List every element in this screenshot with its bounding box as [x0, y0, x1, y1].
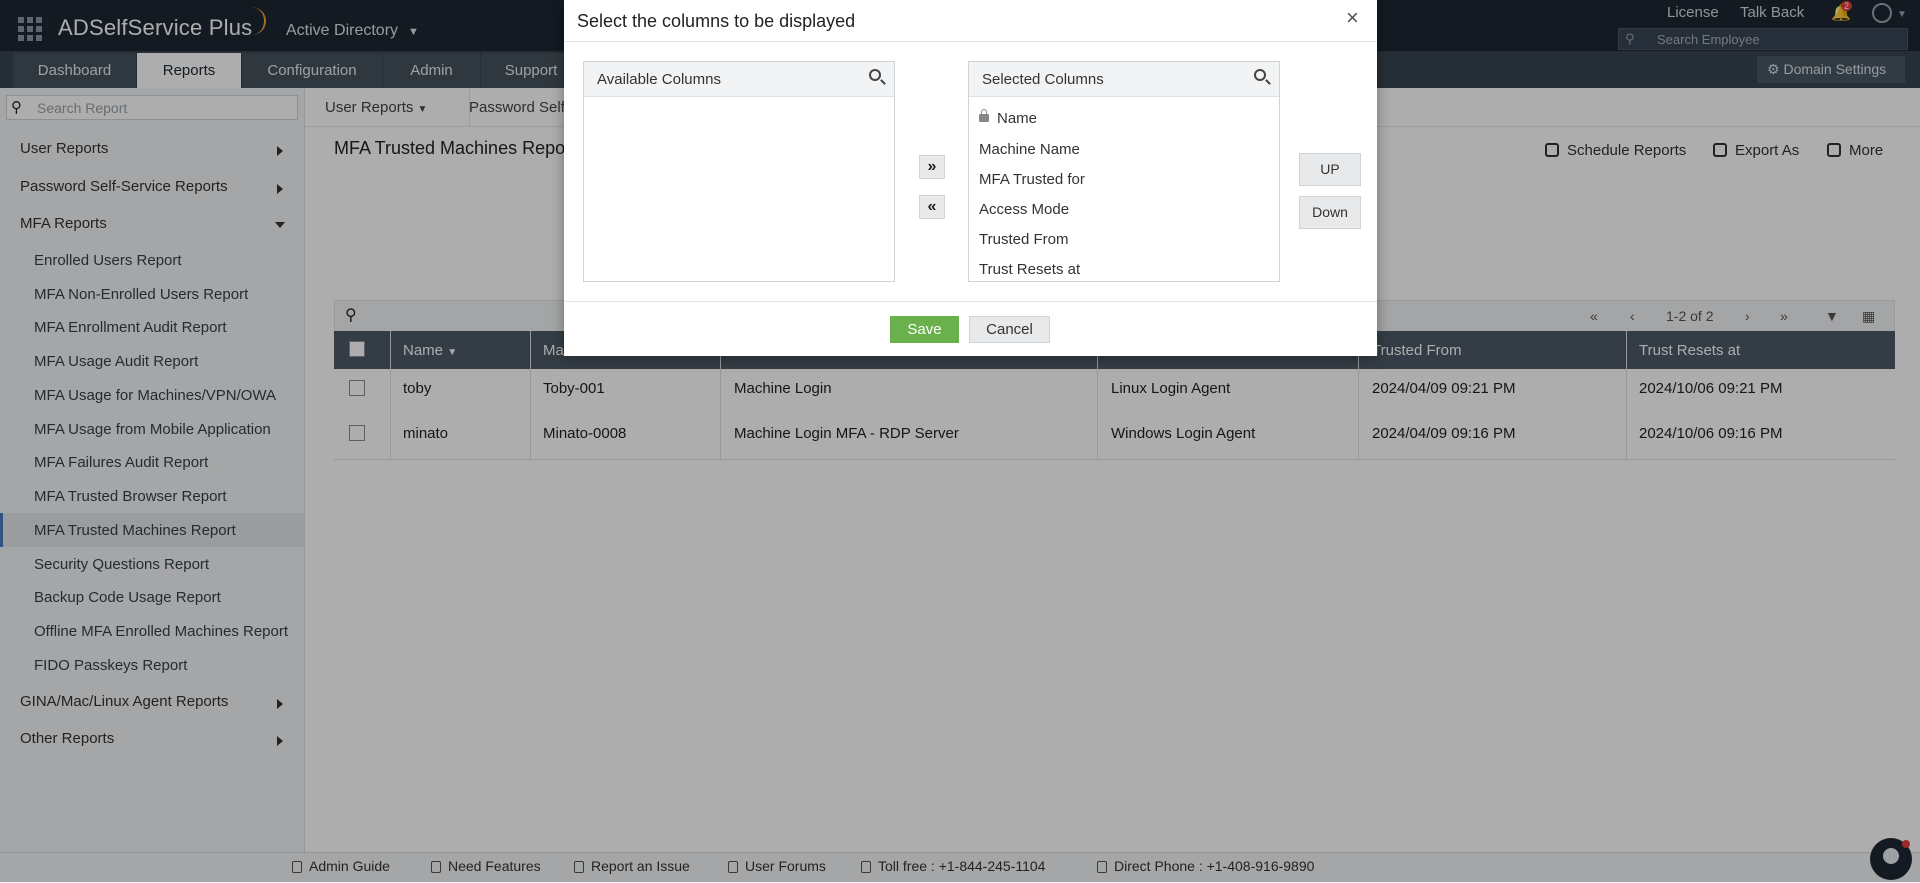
dialog-divider: [564, 41, 1377, 42]
selected-columns-title: Selected Columns: [982, 71, 1104, 88]
available-columns-title: Available Columns: [597, 71, 721, 88]
column-chooser-dialog: Select the columns to be displayed × Ava…: [564, 0, 1377, 356]
move-left-button[interactable]: «: [919, 195, 945, 219]
selected-column-item[interactable]: MFA Trusted for: [979, 171, 1085, 188]
lock-icon: [979, 109, 989, 122]
search-icon[interactable]: [869, 69, 881, 81]
selected-column-label: Name: [997, 110, 1038, 127]
move-down-button[interactable]: Down: [1299, 196, 1361, 229]
available-columns-panel: Available Columns: [583, 61, 895, 282]
save-button[interactable]: Save: [890, 316, 959, 343]
available-columns-header: Available Columns: [584, 62, 894, 97]
selected-column-item[interactable]: Trust Resets at: [979, 261, 1080, 278]
selected-columns-panel: Selected Columns Name Machine Name MFA T…: [968, 61, 1280, 282]
selected-column-item[interactable]: Trusted From: [979, 231, 1068, 248]
cancel-button[interactable]: Cancel: [969, 316, 1050, 343]
move-right-button[interactable]: »: [919, 155, 945, 179]
close-icon[interactable]: ×: [1346, 7, 1359, 29]
selected-column-item[interactable]: Machine Name: [979, 141, 1080, 158]
move-up-button[interactable]: UP: [1299, 153, 1361, 186]
selected-column-item[interactable]: Access Mode: [979, 201, 1069, 218]
search-icon[interactable]: [1254, 69, 1266, 81]
dialog-footer-divider: [564, 301, 1377, 302]
selected-columns-header: Selected Columns: [969, 62, 1279, 97]
selected-column-item[interactable]: Name: [979, 109, 1038, 127]
dialog-title: Select the columns to be displayed: [577, 11, 856, 31]
